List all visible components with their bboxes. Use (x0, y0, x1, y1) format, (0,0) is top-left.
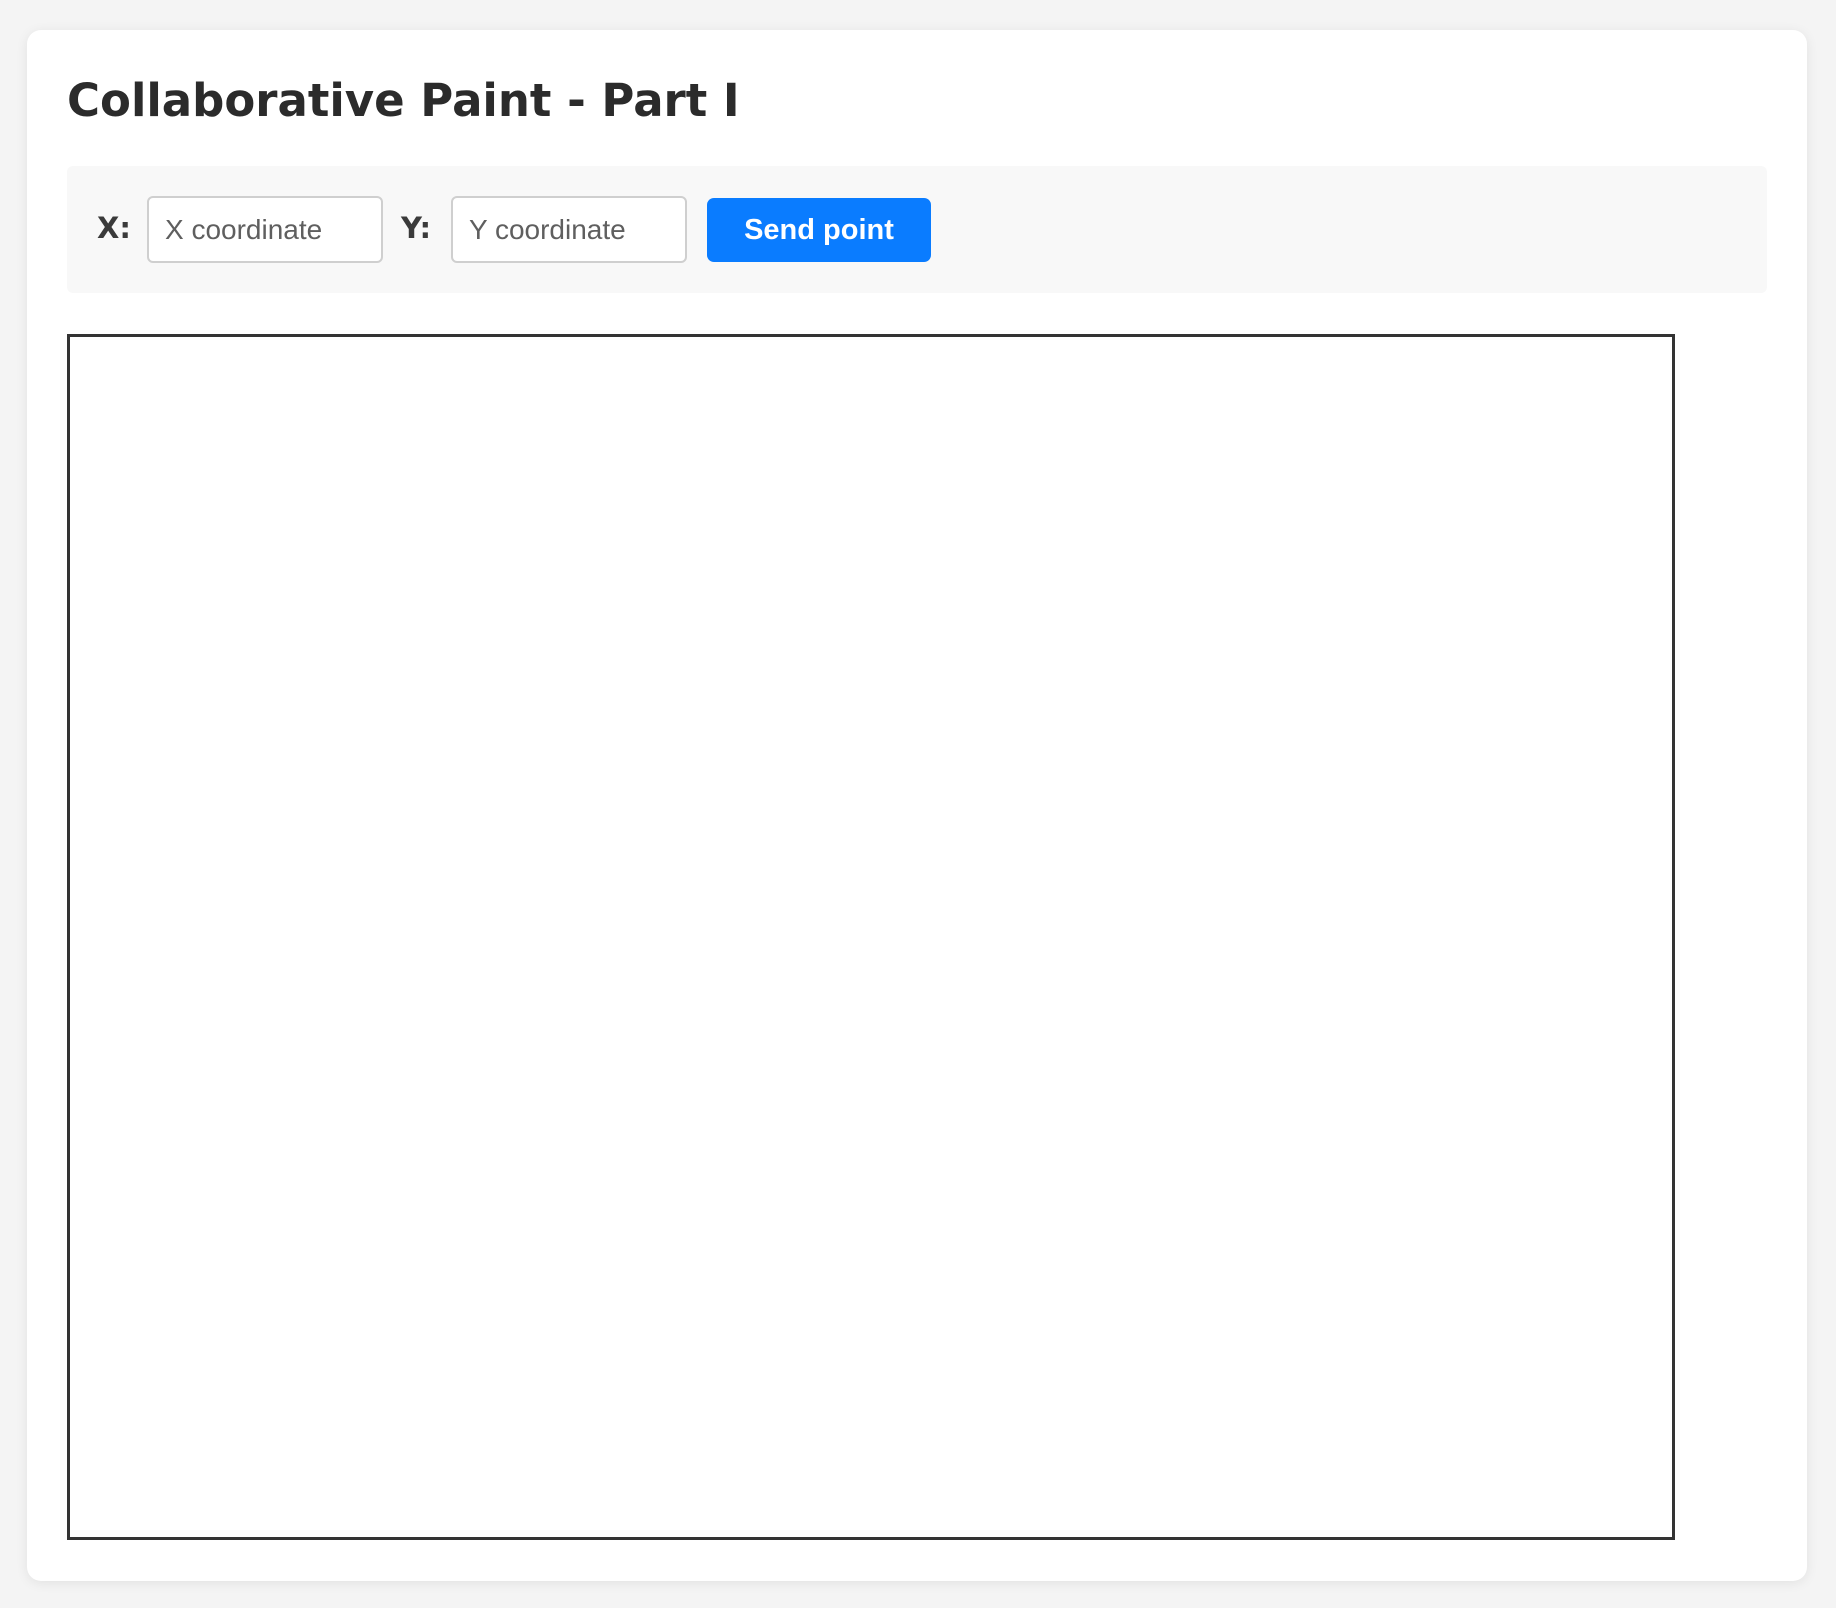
paint-canvas[interactable] (70, 337, 1672, 1537)
point-controls: X: Y: Send point (67, 166, 1767, 293)
x-label: X: (97, 211, 131, 245)
y-label: Y: (401, 211, 432, 245)
send-point-button[interactable]: Send point (707, 198, 931, 262)
paint-canvas-frame (67, 334, 1675, 1540)
y-coordinate-input[interactable] (451, 196, 687, 263)
page-title: Collaborative Paint - Part I (67, 74, 740, 127)
main-card: Collaborative Paint - Part I X: Y: Send … (27, 30, 1807, 1581)
x-coordinate-input[interactable] (147, 196, 383, 263)
